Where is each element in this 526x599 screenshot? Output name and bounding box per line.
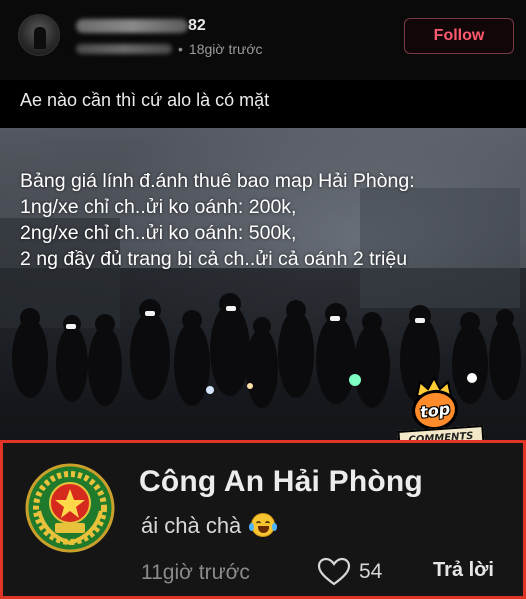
post-header: 82 • 18giờ trước Follow (0, 0, 526, 80)
like-button[interactable]: 54 (317, 557, 382, 587)
username-row[interactable]: 82 (76, 16, 206, 36)
comment-card: Công An Hải Phòng ái chà chà 11giờ trước… (0, 440, 526, 599)
username-suffix: 82 (188, 17, 206, 34)
username-redacted (76, 19, 188, 33)
separator-dot: • (178, 41, 183, 57)
follow-button[interactable]: Follow (404, 18, 514, 54)
user-avatar[interactable] (18, 14, 60, 56)
comment-timestamp: 11giờ trước (141, 561, 250, 584)
overlay-line: 2ng/xe chỉ ch..ửi ko oánh: 500k, (20, 222, 297, 244)
overlay-line: Bảng giá lính đ.ánh thuê bao map Hải Phò… (20, 170, 415, 192)
comment-body: ái chà chà (141, 513, 278, 539)
post-meta: • 18giờ trước (76, 40, 263, 58)
police-emblem-icon[interactable] (25, 463, 115, 553)
face-with-tears-of-joy-icon (249, 513, 278, 537)
commenter-name[interactable]: Công An Hải Phòng (139, 465, 423, 499)
overlay-line: 1ng/xe chỉ ch..ửi ko oánh: 200k, (20, 196, 297, 218)
overlay-line: 2 ng đầy đủ trang bị cả ch..ửi cả oánh 2… (20, 248, 408, 270)
like-count: 54 (359, 560, 383, 583)
post-caption: Ae nào cần thì cứ alo là có mặt (20, 90, 270, 110)
comment-text: ái chà chà (141, 513, 242, 538)
post-timestamp: 18giờ trước (188, 41, 263, 57)
avatar-figure (34, 27, 46, 49)
price-list-overlay: Bảng giá lính đ.ánh thuê bao map Hải Phò… (20, 168, 520, 272)
reply-button[interactable]: Trả lời (433, 559, 494, 582)
meta-redacted (76, 44, 172, 54)
heart-icon[interactable] (317, 557, 351, 587)
